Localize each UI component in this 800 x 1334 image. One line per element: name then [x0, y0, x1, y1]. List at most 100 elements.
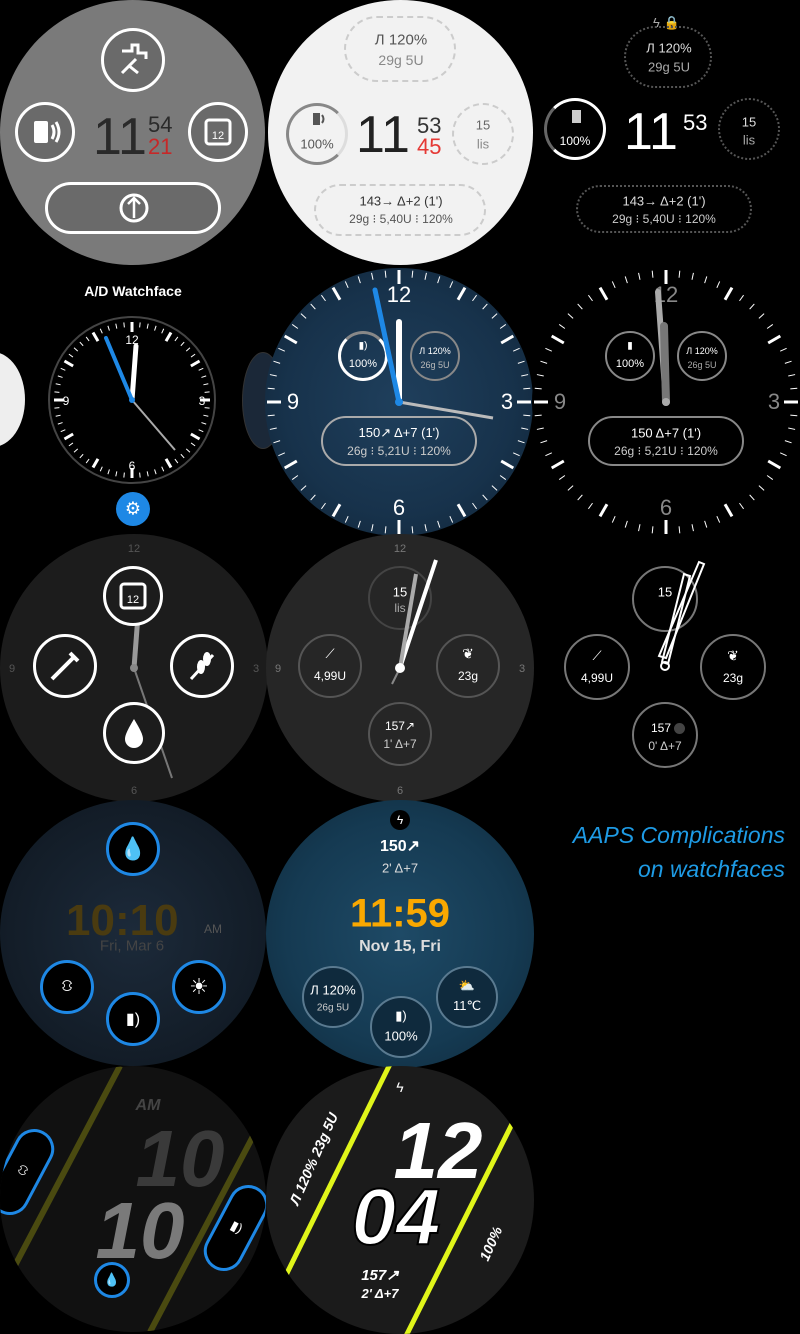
- tick-mark: [55, 414, 61, 417]
- bg-complication[interactable]: 143→ Δ+2 (1') 29g ⁝ 5,40U ⁝ 120%: [314, 184, 486, 236]
- insulin-complication[interactable]: [33, 634, 97, 698]
- battery-text: 100%: [384, 1028, 418, 1044]
- clock-dial: 12 3 6 9: [54, 322, 210, 478]
- tick-mark: [146, 323, 149, 329]
- tick-mark: [79, 341, 84, 347]
- numeral-3: 3: [199, 394, 206, 408]
- tick-mark: [55, 383, 61, 386]
- sync-icon: [119, 193, 149, 223]
- tick-mark: [54, 407, 60, 409]
- pump-complication[interactable]: ⛻: [40, 960, 94, 1014]
- tick-mark: [201, 375, 207, 378]
- basal-complication[interactable]: Л 120% 26g 5U: [302, 966, 364, 1028]
- watchface-4[interactable]: 12 3 6 9: [48, 316, 216, 484]
- clock-hands: [655, 289, 670, 406]
- tick-mark: [198, 429, 204, 433]
- bg-complication[interactable]: 💧: [106, 822, 160, 876]
- weather-text: 11℃: [452, 998, 482, 1013]
- bottom-complication[interactable]: [45, 182, 221, 234]
- minutes: 04: [352, 1172, 441, 1261]
- battery-icon: ▮): [125, 1011, 141, 1028]
- watchface-8[interactable]: 12 3 6 9 15 lis ⟋ 4,99U ❦ 23g 157↗ 1' Δ+…: [266, 534, 534, 802]
- battery-complication[interactable]: 100%: [544, 98, 606, 160]
- drop-icon: 💧: [119, 836, 147, 861]
- tick-mark: [73, 347, 79, 352]
- bg-complication[interactable]: 💧: [94, 1262, 130, 1298]
- weather-complication[interactable]: ⛅ 11℃: [436, 966, 498, 1028]
- tick-mark: [164, 458, 173, 469]
- right-complication[interactable]: 12: [188, 102, 248, 162]
- watchface-9[interactable]: 15 ⟋ 4,99U ❦ 23g 157 0' Δ+7: [534, 534, 800, 800]
- second: 45: [417, 134, 442, 159]
- temp-complication[interactable]: 15 lis: [452, 103, 514, 165]
- pump-icon: ⛻: [14, 1160, 32, 1180]
- watchface-2[interactable]: Л 120% 29g 5U 100% 11 53 45 15 lis 143→ …: [268, 0, 533, 265]
- bg-complication[interactable]: [103, 702, 165, 764]
- watchface-13[interactable]: ϟ 12 04 157↗ 2' Δ+7 Л 120% 23g 5U 100%: [266, 1066, 534, 1334]
- settings-button[interactable]: ⚙: [116, 492, 150, 526]
- calendar-icon: 12: [204, 118, 232, 146]
- tick-mark: [146, 471, 149, 477]
- tick-mark: [139, 472, 141, 478]
- calendar-complication[interactable]: 12: [103, 566, 163, 626]
- calendar-day: 12: [212, 130, 224, 142]
- battery-text: 100%: [476, 1223, 505, 1263]
- ampm: AM: [204, 922, 222, 936]
- weather-complication[interactable]: ☀: [172, 960, 226, 1014]
- delta-text: 2' Δ+7: [360, 1286, 399, 1301]
- watchface-1[interactable]: 12 11 54 21: [0, 0, 265, 265]
- top-complication[interactable]: Л 120% 29g 5U: [624, 26, 712, 88]
- hour-hand: [129, 343, 139, 403]
- tick-mark: [57, 422, 63, 425]
- left-complication[interactable]: [15, 102, 75, 162]
- tick-mark: [115, 323, 118, 329]
- watchface-7[interactable]: 12 3 6 9 12: [0, 534, 268, 802]
- tick-mark: [139, 322, 141, 328]
- watchface-12[interactable]: AM 10 10 ⛻ ▮) 💧: [0, 1066, 266, 1332]
- battery-complication[interactable]: 100%: [286, 103, 348, 165]
- bg-complication[interactable]: 143→ Δ+2 (1') 29g ⁝ 5,40U ⁝ 120%: [576, 185, 752, 233]
- top-complication[interactable]: [101, 28, 165, 92]
- temp-complication[interactable]: 15 lis: [718, 98, 780, 160]
- svg-text:6: 6: [131, 785, 137, 797]
- drop-icon: 💧: [103, 1272, 121, 1287]
- svg-text:9: 9: [9, 663, 15, 675]
- carbs-complication[interactable]: [170, 634, 234, 698]
- tick-mark: [79, 453, 84, 459]
- tick-mark: [73, 448, 79, 453]
- minute: 53: [683, 110, 708, 135]
- watchface-11[interactable]: ϟ 150↗ 2' Δ+7 11:59 Nov 15, Fri Л 120% 2…: [266, 800, 534, 1068]
- tick-mark: [154, 325, 157, 331]
- tick-mark: [201, 422, 207, 425]
- tick-mark: [99, 466, 103, 472]
- battery-icon: ▮): [228, 1217, 246, 1236]
- tick-mark: [204, 391, 210, 393]
- battery-text: 100%: [300, 136, 334, 152]
- watchface-3[interactable]: ϟ 🔒 Л 120% 29g 5U 100% 11 53 15 lis 143→…: [536, 0, 800, 264]
- iob-text: 26g 5U: [316, 1002, 350, 1014]
- bg-text: 143→ Δ+2 (1'): [622, 193, 706, 209]
- tick-mark: [91, 458, 100, 469]
- battery-complication[interactable]: ▮): [106, 992, 160, 1046]
- tick-mark: [60, 367, 66, 371]
- clock-hands: [391, 559, 438, 685]
- bg-text: 143→ Δ+2 (1'): [359, 193, 443, 209]
- watchface-6[interactable]: 12 3 6 9 ▮ 100% Л 120% 26g 5U 150 Δ+7 (1…: [532, 268, 800, 536]
- side-info: Л 120% 23g 5U: [286, 1109, 342, 1208]
- date: Fri, Mar 6: [99, 937, 165, 955]
- watchface-5[interactable]: 12 3 6 9 ▮) 100% Л 120% 26g 5U 150↗ Δ+7 …: [265, 268, 533, 536]
- watchface-10[interactable]: 💧 10:10 AM Fri, Mar 6 ⛻ ☀ ▮): [0, 800, 266, 1066]
- tick-mark: [107, 325, 110, 331]
- tick-mark: [164, 331, 173, 342]
- battery-complication[interactable]: ▮) 100%: [370, 996, 432, 1058]
- hour: 11: [93, 108, 147, 166]
- tick-mark: [185, 448, 191, 453]
- top-ring[interactable]: Л 120% 29g 5U: [344, 16, 456, 82]
- gear-icon: ⚙: [124, 498, 142, 519]
- pump-icon: [120, 43, 148, 75]
- tick-mark: [115, 471, 118, 477]
- tick-mark: [198, 367, 204, 371]
- clock-hands: [657, 560, 706, 671]
- diagonal-stripes: AM 10 10: [0, 1066, 266, 1332]
- prev-face-edge[interactable]: [0, 352, 25, 447]
